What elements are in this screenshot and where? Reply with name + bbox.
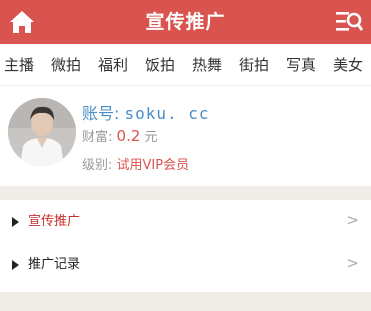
category-tab[interactable]: 微拍 [51, 44, 81, 85]
triangle-right-icon [12, 217, 19, 227]
category-tab[interactable]: 饭拍 [145, 44, 175, 85]
account-value: soku. cc [124, 104, 210, 123]
account-label: 账号: [82, 104, 120, 123]
wealth-unit: 元 [144, 130, 158, 145]
menu-item-promotion-records[interactable]: 推广记录 > [0, 243, 371, 287]
category-bar: 主播 微拍 福利 饭拍 热舞 街拍 写真 美女 [0, 44, 371, 86]
account-line: 账号: soku. cc [82, 100, 210, 124]
menu-item-promotion[interactable]: 宣传推广 > [0, 200, 371, 244]
wealth-value: 0.2 [116, 127, 141, 145]
category-tab[interactable]: 主播 [4, 44, 34, 85]
category-tab[interactable]: 写真 [286, 44, 316, 85]
app-header: 宣传推广 [0, 0, 371, 44]
category-tab[interactable]: 热舞 [192, 44, 222, 85]
wealth-label: 财富: [82, 130, 113, 145]
level-line: 级别: 试用VIP会员 [82, 154, 189, 173]
chevron-right-icon: > [346, 211, 359, 229]
chevron-right-icon: > [346, 254, 359, 272]
menu-item-label: 推广记录 [28, 257, 81, 272]
section-separator [0, 292, 371, 311]
wealth-line: 财富: 0.2 元 [82, 126, 158, 145]
menu-search-icon[interactable] [335, 9, 363, 35]
category-tab[interactable]: 街拍 [239, 44, 269, 85]
triangle-right-icon [12, 260, 19, 270]
section-separator [0, 186, 371, 200]
category-tab[interactable]: 福利 [98, 44, 128, 85]
avatar [8, 98, 76, 166]
level-label: 级别: [82, 158, 113, 173]
page-title: 宣传推广 [145, 11, 226, 33]
level-value: 试用VIP会员 [116, 158, 190, 173]
category-tab[interactable]: 美女 [333, 44, 363, 85]
menu-item-label: 宣传推广 [28, 214, 81, 229]
